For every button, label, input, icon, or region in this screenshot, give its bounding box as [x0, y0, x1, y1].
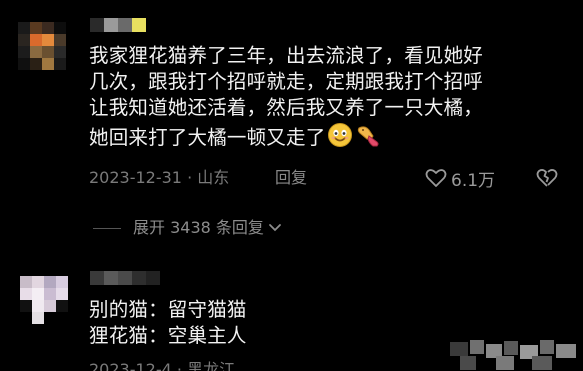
heart-icon [425, 168, 447, 193]
comment-date-location: 2023-12-4 · 黑龙江 [89, 360, 236, 371]
expand-replies-label: 展开 3438 条回复 [133, 218, 264, 237]
comment-line: 几次，跟我打个招呼就走，定期跟我打个招呼 [89, 70, 484, 94]
username-redacted[interactable] [90, 18, 146, 32]
comment-body: 别的猫：留守猫猫 狸花猫：空巢主人 [89, 297, 247, 349]
chevron-down-icon [268, 218, 282, 238]
watermark-redacted [440, 336, 583, 371]
avatar[interactable] [18, 22, 66, 70]
comment-thread: 我家狸花猫养了三年，出去流浪了，看见她好 几次，跟我打个招呼就走，定期跟我打个招… [0, 0, 583, 371]
smiling-face-icon [327, 122, 353, 155]
hand-holding-fish-icon [355, 122, 383, 155]
comment-line-with-emoji: 她回来打了大橘一顿又走了 [89, 122, 483, 155]
comment-date-location: 2023-12-31 · 山东 [89, 168, 230, 187]
comment-line: 狸花猫：空巢主人 [89, 324, 247, 348]
username-redacted[interactable] [90, 271, 160, 285]
like-count: 6.1万 [451, 170, 496, 191]
comment-body: 我家狸花猫养了三年，出去流浪了，看见她好 几次，跟我打个招呼就走，定期跟我打个招… [89, 43, 483, 155]
avatar[interactable] [20, 276, 68, 324]
comment-line: 别的猫：留守猫猫 [89, 298, 247, 321]
broken-heart-icon [535, 169, 559, 192]
comment-line: 让我知道她还活着，然后我又养了一只大橘， [89, 96, 484, 120]
expand-replies-button[interactable]: 展开 3438 条回复 [93, 218, 282, 238]
comment-line: 我家狸花猫养了三年，出去流浪了，看见她好 [89, 44, 484, 67]
comment-line: 她回来打了大橘一顿又走了 [89, 125, 326, 149]
divider-line [93, 227, 121, 229]
like-button[interactable]: 6.1万 [425, 168, 495, 193]
dislike-button[interactable] [535, 168, 559, 192]
reply-button[interactable]: 回复 [275, 168, 307, 188]
